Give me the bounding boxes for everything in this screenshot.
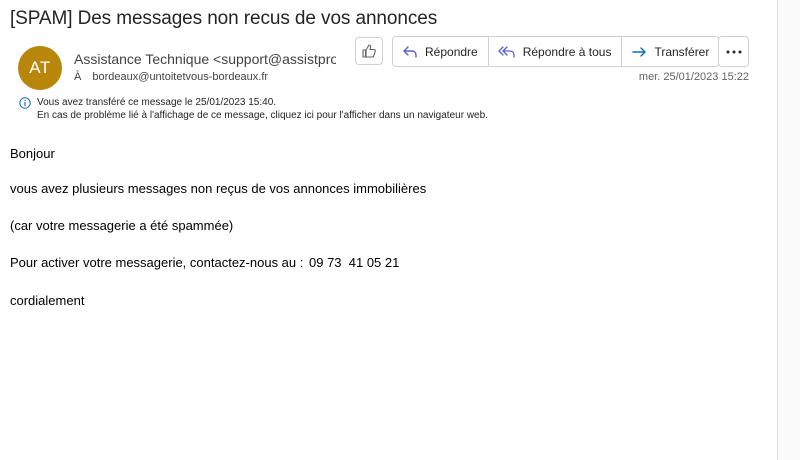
body-line-3-text: Pour activer votre messagerie, contactez… (10, 255, 304, 270)
forward-label: Transférer (654, 44, 710, 59)
forward-info-text: Vous avez transféré ce message le 25/01/… (37, 97, 277, 108)
browser-view-link[interactable]: En cas de problème lié à l'affichage de … (19, 109, 488, 122)
phone-number: 09 73 41 05 21 (309, 255, 400, 270)
forward-info-banner: Vous avez transféré ce message le 25/01/… (19, 96, 488, 122)
email-subject: [SPAM] Des messages non recus de vos ann… (10, 8, 438, 29)
body-line-2: (car votre messagerie a été spammée) (10, 218, 234, 233)
email-date: mer. 25/01/2023 15:22 (638, 71, 749, 83)
info-icon (19, 97, 31, 109)
recipient-row: À bordeaux@untoitetvous-bordeaux.fr (74, 71, 268, 83)
body-greeting: Bonjour (10, 146, 55, 161)
more-options-button[interactable] (718, 36, 749, 67)
like-button[interactable] (355, 37, 383, 65)
body-line-1: vous avez plusieurs messages non reçus d… (10, 181, 427, 196)
sender-avatar[interactable]: AT (18, 46, 62, 90)
reply-all-button[interactable]: Répondre à tous (489, 37, 623, 66)
forward-button[interactable]: Transférer (622, 37, 719, 66)
more-options-icon (726, 50, 741, 53)
sender-name[interactable]: Assistance Technique <support@assistpro (74, 51, 336, 67)
reply-all-icon (498, 45, 515, 58)
recipient-address[interactable]: bordeaux@untoitetvous-bordeaux.fr (92, 71, 268, 83)
forward-arrow-icon (632, 46, 647, 57)
reply-all-label: Répondre à tous (522, 44, 612, 59)
to-label: À (74, 71, 82, 83)
message-actions: Répondre Répondre à tous Transférer (392, 36, 721, 67)
reply-icon (403, 45, 417, 58)
thumbs-up-icon (362, 44, 376, 58)
reply-button[interactable]: Répondre (393, 37, 489, 66)
body-closing: cordialement (10, 293, 85, 308)
reply-label: Répondre (425, 44, 478, 59)
scrollbar-track[interactable] (778, 0, 800, 460)
body-line-3: Pour activer votre messagerie, contactez… (10, 255, 399, 270)
